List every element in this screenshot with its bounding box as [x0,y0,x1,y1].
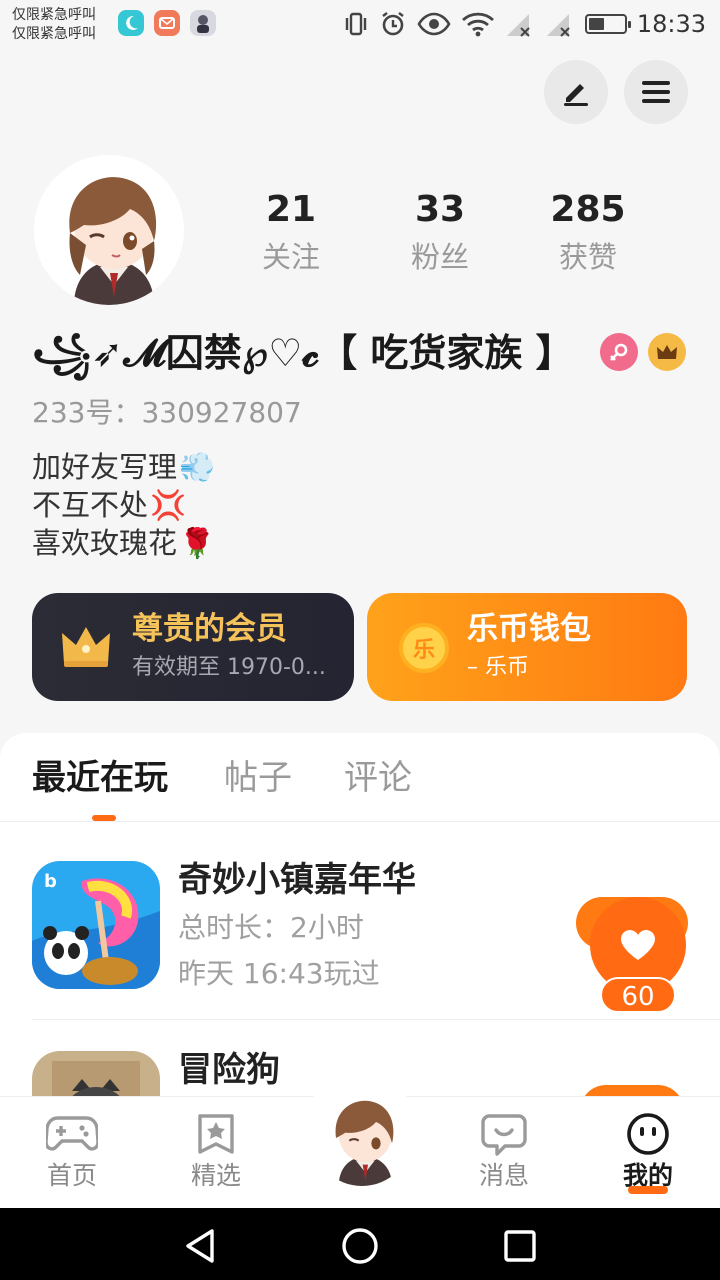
svg-text:b: b [44,871,57,892]
star-bookmark-icon [198,1114,234,1154]
following-count: 21 [265,189,317,230]
nav-label: 精选 [190,1161,241,1190]
game-icon: b [32,861,160,989]
back-button[interactable] [180,1226,220,1266]
smiley-icon [627,1113,669,1155]
nav-me[interactable]: 我的 [598,1111,698,1193]
coin-char: 乐 [412,638,435,663]
status-bar: 仅限紧急呼叫 仅限紧急呼叫 18:33 [0,0,720,50]
home-button[interactable] [340,1226,380,1266]
home-circle-icon [342,1228,378,1264]
chat-bubble-icon [481,1114,527,1156]
tab-recently-played[interactable]: 最近在玩 [32,755,168,801]
content-panel: 最近在玩 帖子 评论 b 奇妙小镇嘉年华 总时长：2小时 昨天 16:43玩过 [0,733,720,1133]
likes-label: 获赞 [558,240,617,274]
carrier-text: 仅限紧急呼叫 仅限紧急呼叫 [12,6,96,44]
recents-button[interactable] [500,1226,540,1266]
vip-expiry: 有效期至 1970-0... [132,655,326,680]
anger-emoji: 💢 [150,488,187,522]
nav-label: 消息 [478,1161,529,1190]
coin-icon: 乐 [399,623,449,673]
eye-icon [417,12,451,36]
nav-label: 首页 [46,1161,97,1190]
bio-line: 不互不处 💢 [32,486,215,524]
mail-app-icon [154,10,180,36]
like-button[interactable]: 60 [576,897,688,1017]
followers-count: 33 [414,189,466,230]
bio-line: 喜欢玫瑰花 🌹 [32,524,215,562]
vip-badge [648,333,686,371]
bio-text: 加好友写理 [32,450,178,484]
moon-app-icon [118,10,144,36]
battery-icon [584,14,631,34]
menu-icon [642,81,670,103]
bio: 加好友写理 💨 不互不处 💢 喜欢玫瑰花 🌹 [32,448,215,562]
crown-icon [62,627,110,667]
signal-x-icon [506,14,530,37]
avatar-app-icon [190,10,216,36]
wifi-icon [461,12,494,37]
followers-label: 粉丝 [410,240,469,274]
wallet-card[interactable]: 乐 乐币钱包 – 乐币 [367,593,687,701]
back-triangle-icon [186,1229,214,1263]
stat-likes[interactable]: 285 获赞 [528,188,648,276]
stat-followers[interactable]: 33 粉丝 [380,188,500,276]
alarm-icon [382,12,404,36]
wallet-card-title: 乐币钱包 [467,611,591,647]
edit-icon [564,84,588,106]
game-duration: 总时长：2小时 [178,911,364,944]
female-icon [610,343,628,361]
heart-icon [621,930,655,960]
tab-comments[interactable]: 评论 [344,755,412,801]
clock: 18:33 [636,10,706,38]
bio-text: 喜欢玫瑰花 [32,526,178,560]
nav-messages[interactable]: 消息 [454,1111,554,1193]
battery-level [588,18,605,30]
likes-count: 285 [550,189,626,230]
like-count: 60 [600,977,676,1013]
tab-posts[interactable]: 帖子 [224,755,292,801]
nav-featured[interactable]: 精选 [166,1111,266,1193]
rose-emoji: 🌹 [179,526,216,560]
gamepad-icon [46,1116,98,1151]
carrier-line-1: 仅限紧急呼叫 [12,7,96,23]
edit-profile-button[interactable] [544,60,608,124]
vip-card-title: 尊贵的会员 [132,611,287,647]
vip-card[interactable]: 尊贵的会员 有效期至 1970-0... [32,593,354,701]
status-icons: 18:33 [343,8,706,40]
row-divider [32,1019,720,1020]
nav-home[interactable]: 首页 [22,1111,122,1193]
game-name: 奇妙小镇嘉年华 [178,860,416,900]
nickname: ꧁➶𝓜囚禁℘♡𝓬【 吃货家族 】 [32,331,574,375]
system-nav-bar [0,1208,720,1280]
profile-avatar[interactable] [34,155,184,305]
crown-icon [657,345,677,359]
game-name: 冒险狗 [178,1050,280,1090]
stat-following[interactable]: 21 关注 [231,188,351,276]
user-id: 233号：330927807 [32,396,302,429]
vibrate-icon [345,12,367,36]
bio-line: 加好友写理 💨 [32,448,215,486]
female-badge [600,333,638,371]
game-last-played: 昨天 16:43玩过 [178,957,380,990]
carrier-line-2: 仅限紧急呼叫 [12,26,96,42]
tab-divider [0,821,720,822]
recents-square-icon [504,1230,536,1262]
following-label: 关注 [261,240,320,274]
menu-button[interactable] [624,60,688,124]
wallet-balance: – 乐币 [467,655,529,680]
nav-active-indicator [628,1186,668,1194]
signal-x-icon [546,14,570,37]
dash-emoji: 💨 [179,450,216,484]
bio-text: 不互不处 [32,488,149,522]
center-avatar-button[interactable] [312,1086,412,1186]
